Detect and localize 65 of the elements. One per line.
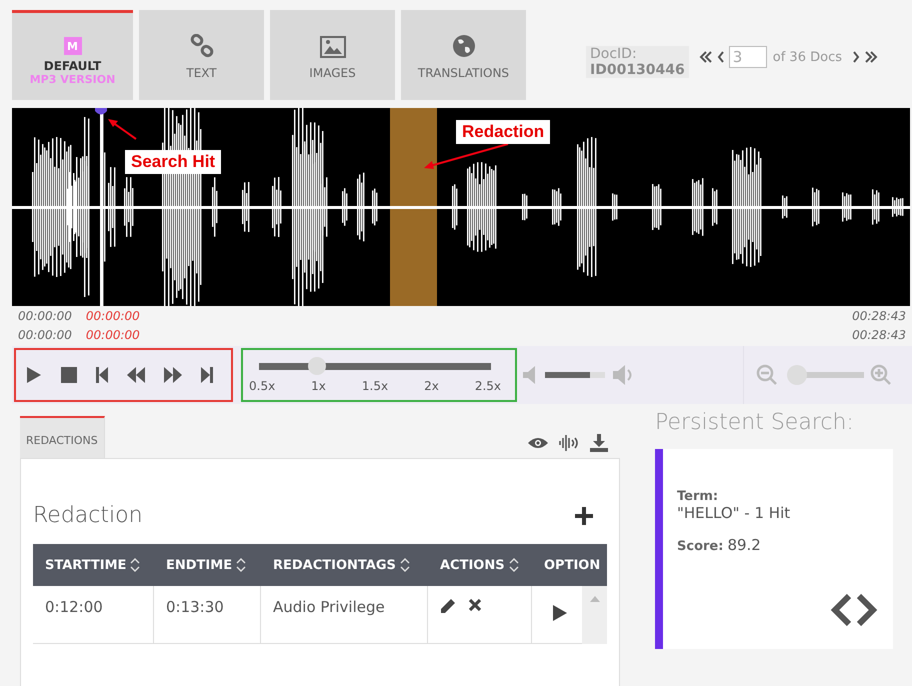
column-header[interactable]: STARTTIME: [33, 544, 154, 586]
speed-tick-label: 0.5x: [249, 379, 276, 393]
column-header[interactable]: REDACTIONTAGS: [261, 544, 428, 586]
view-tab[interactable]: M DEFAULT MP3 VERSION: [12, 10, 133, 100]
start-time: 00:00:00: [18, 308, 72, 322]
first-page-icon[interactable]: [698, 50, 713, 64]
column-header[interactable]: ACTIONS: [428, 544, 532, 586]
speed-tick-label: 1.5x: [362, 379, 388, 393]
playhead-marker[interactable]: [95, 108, 107, 306]
speed-tick-label: 2x: [424, 379, 439, 393]
fast-forward-icon[interactable]: [164, 367, 182, 383]
prev-next-icon[interactable]: [829, 593, 879, 627]
last-page-icon[interactable]: [864, 50, 878, 64]
score-label: Score:: [677, 539, 724, 554]
image-icon: [320, 36, 346, 58]
term-label: Term:: [677, 489, 720, 504]
callout-label: Redaction: [456, 120, 550, 144]
panel-tab[interactable]: REDACTIONS: [20, 416, 105, 458]
skip-forward-icon[interactable]: [201, 367, 213, 383]
page-count: of 36 Docs: [772, 50, 842, 64]
table-cell: 0:12:00: [33, 586, 154, 644]
rewind-icon[interactable]: [127, 367, 145, 383]
play-icon[interactable]: [26, 366, 42, 384]
volume-slider[interactable]: [545, 372, 605, 378]
score-value: 89.2: [727, 536, 761, 554]
sort-icon[interactable]: [508, 558, 519, 572]
download-icon[interactable]: [590, 434, 608, 452]
current-time: 00:00:00: [86, 308, 140, 322]
current-time: 00:00:00: [86, 328, 140, 342]
add-icon[interactable]: [575, 506, 593, 524]
section-title: Persistent Search:: [655, 410, 855, 435]
view-tab[interactable]: TRANSLATIONS: [401, 10, 526, 100]
panel-title: Redaction: [33, 503, 143, 528]
globe-icon: [452, 34, 476, 58]
term-value: "HELLO" - 1 Hit: [677, 504, 792, 522]
end-time: 00:28:43: [852, 308, 906, 322]
sort-icon[interactable]: [400, 558, 410, 572]
table-cell: 0:13:30: [154, 586, 261, 644]
docid-value: ID00130446: [590, 62, 685, 78]
sort-icon[interactable]: [130, 558, 140, 572]
chain-link-icon: [190, 34, 214, 58]
column-header[interactable]: OPTION: [532, 544, 607, 586]
speed-tick-label: 2.5x: [474, 379, 501, 393]
speed-tick-label: 1x: [311, 379, 326, 393]
scrollbar[interactable]: [582, 586, 607, 644]
docid-label: DocID:: [590, 46, 638, 62]
sort-icon[interactable]: [236, 558, 246, 572]
view-tab[interactable]: TEXT: [139, 10, 264, 100]
view-tab[interactable]: IMAGES: [270, 10, 395, 100]
start-time: 00:00:00: [18, 328, 72, 342]
slider-handle[interactable]: [308, 357, 326, 375]
eye-icon[interactable]: [528, 437, 548, 449]
column-header[interactable]: ENDTIME: [154, 544, 261, 586]
play-icon[interactable]: [552, 604, 568, 622]
slider-handle[interactable]: [787, 365, 807, 385]
arrow: [108, 119, 137, 140]
sound-wave-icon[interactable]: [558, 434, 580, 452]
previous-page-icon[interactable]: [716, 50, 725, 64]
end-time: 00:28:43: [852, 328, 906, 342]
skip-back-icon[interactable]: [96, 367, 108, 383]
table-cell: Audio Privilege: [261, 586, 428, 644]
edit-icon[interactable]: [440, 598, 456, 614]
next-page-icon[interactable]: [852, 50, 860, 64]
delete-icon[interactable]: [468, 598, 482, 612]
mp3-badge: M: [64, 37, 82, 55]
